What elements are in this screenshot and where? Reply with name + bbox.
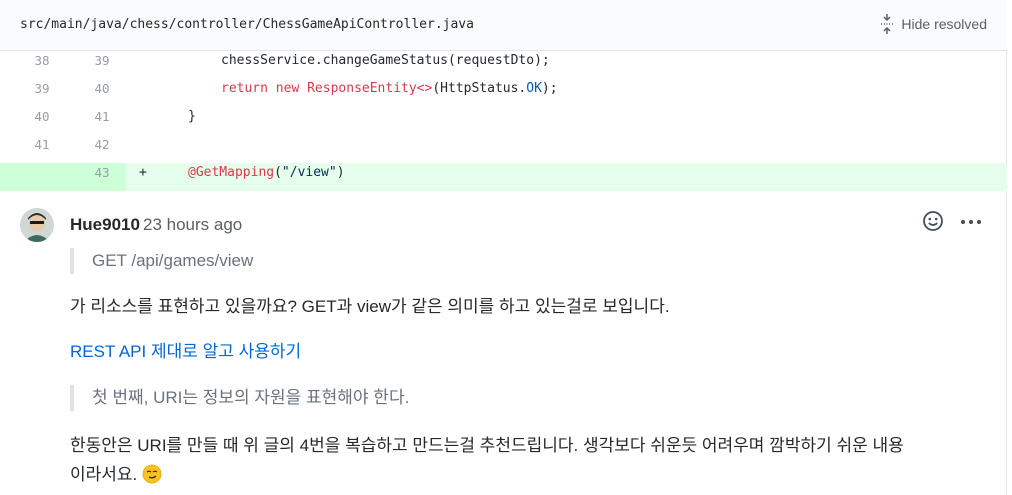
paragraph-line: 한동안은 URI를 만들 때 위 글의 4번을 복습하고 만드는걸 추천드립니다… <box>70 436 904 455</box>
keyword-new: new <box>275 81 300 96</box>
comment-timestamp[interactable]: 23 hours ago <box>143 215 242 235</box>
kebab-horizontal-icon[interactable] <box>960 219 982 225</box>
string-literal: "/view" <box>281 165 337 180</box>
old-line-number[interactable]: 41 <box>12 135 72 163</box>
review-thread: src/main/java/chess/controller/ChessGame… <box>0 0 1007 495</box>
diff-table: 38 39 chessService.changeGameStatus(requ… <box>0 51 1007 191</box>
paragraph-line: 이라서요. <box>70 465 138 484</box>
old-line-number[interactable]: 38 <box>12 51 72 79</box>
code-text: ( <box>274 165 282 180</box>
review-comment: Hue9010 23 hours ago GET /api/games/view… <box>0 188 1007 495</box>
user-avatar[interactable] <box>20 208 54 242</box>
hide-resolved-button[interactable]: Hide resolved <box>879 14 987 34</box>
code-line: chessService.changeGameStatus(requestDto… <box>221 53 550 68</box>
diff-row-added: 43 + @GetMapping("/view") <box>0 163 1007 191</box>
file-path[interactable]: src/main/java/chess/controller/ChessGame… <box>20 17 474 32</box>
code-text: (HttpStatus. <box>432 81 527 96</box>
new-line-number[interactable]: 42 <box>72 135 132 163</box>
keyword-return: return <box>221 81 268 96</box>
file-header: src/main/java/chess/controller/ChessGame… <box>0 0 1007 51</box>
code-line: return new ResponseEntity<>(HttpStatus.O… <box>221 79 558 99</box>
constant: OK <box>526 81 542 96</box>
new-line-number[interactable]: 43 <box>72 163 132 191</box>
blockquote: GET /api/games/view <box>70 248 253 274</box>
comment-author[interactable]: Hue9010 <box>70 215 140 235</box>
blockquote: 첫 번째, URI는 정보의 자원을 표현해야 한다. <box>70 385 409 411</box>
new-line-number[interactable]: 39 <box>72 51 132 79</box>
article-link[interactable]: REST API 제대로 알고 사용하기 <box>70 339 301 365</box>
diff-row: 38 39 chessService.changeGameStatus(requ… <box>0 51 1007 79</box>
class-name: ResponseEntity<> <box>307 81 433 96</box>
diff-row: 41 42 <box>0 135 1007 163</box>
code-text: ) <box>336 165 345 180</box>
code-text: ); <box>541 81 558 96</box>
new-line-number[interactable]: 40 <box>72 79 132 107</box>
hide-resolved-label: Hide resolved <box>901 16 987 32</box>
smirk-emoji <box>142 464 162 484</box>
comment-paragraph: 가 리소스를 표현하고 있을까요? GET과 view가 같은 의미를 하고 있… <box>70 297 670 316</box>
diff-row: 40 41 } <box>0 107 1007 135</box>
code-line: @GetMapping("/view") <box>188 163 345 183</box>
smiley-icon[interactable] <box>922 210 944 232</box>
old-line-number[interactable] <box>12 163 72 191</box>
annotation: @GetMapping <box>188 165 275 180</box>
old-line-number[interactable]: 40 <box>12 107 72 135</box>
comment-paragraph: 한동안은 URI를 만들 때 위 글의 4번을 복습하고 만드는걸 추천드립니다… <box>70 431 1000 489</box>
code-line: } <box>188 109 196 124</box>
diff-marker: + <box>139 165 147 180</box>
fold-icon <box>881 14 894 34</box>
new-line-number[interactable]: 41 <box>72 107 132 135</box>
diff-row: 39 40 return new ResponseEntity<>(HttpSt… <box>0 79 1007 107</box>
old-line-number[interactable]: 39 <box>12 79 72 107</box>
